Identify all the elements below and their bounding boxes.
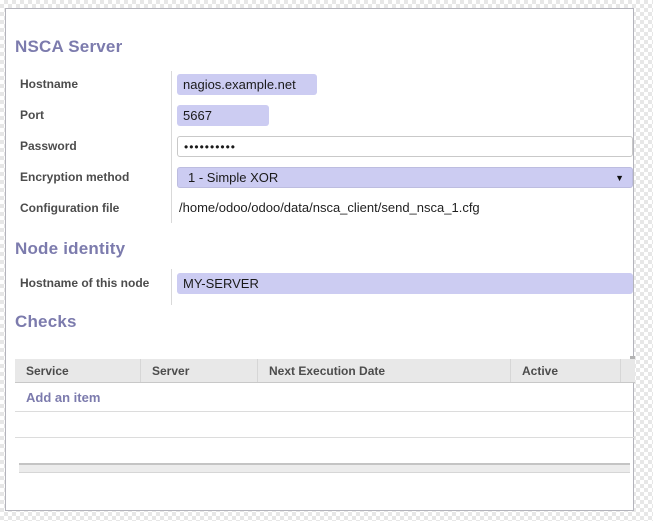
encryption-method-value: 1 - Simple XOR <box>188 170 278 185</box>
encryption-method-select[interactable]: 1 - Simple XOR ▼ <box>177 167 633 188</box>
form-sheet: NSCA Server Hostname Port Password Encry… <box>5 8 634 511</box>
node-hostname-input[interactable] <box>177 273 633 294</box>
checks-table: Service Server Next Execution Date Activ… <box>15 359 635 463</box>
column-header-next-execution-date[interactable]: Next Execution Date <box>258 359 511 382</box>
password-input[interactable] <box>177 136 633 157</box>
horizontal-scrollbar[interactable] <box>19 463 630 473</box>
column-header-service[interactable]: Service <box>15 359 141 382</box>
empty-row <box>15 438 635 463</box>
column-header-server[interactable]: Server <box>141 359 258 382</box>
password-label: Password <box>20 139 77 153</box>
encryption-method-label: Encryption method <box>20 170 129 184</box>
section-heading-nsca-server: NSCA Server <box>15 37 122 57</box>
add-an-item-link[interactable]: Add an item <box>26 390 100 405</box>
checks-table-header: Service Server Next Execution Date Activ… <box>15 359 635 383</box>
configuration-file-label: Configuration file <box>20 201 119 215</box>
configuration-file-value: /home/odoo/odoo/data/nsca_client/send_ns… <box>179 200 480 215</box>
chevron-down-icon: ▼ <box>615 173 624 183</box>
hostname-label: Hostname <box>20 77 78 91</box>
label-field-divider <box>171 71 172 223</box>
empty-row <box>15 412 635 438</box>
hostname-input[interactable] <box>177 74 317 95</box>
port-input[interactable] <box>177 105 269 126</box>
add-item-row: Add an item <box>15 383 635 412</box>
section-heading-checks: Checks <box>15 312 77 332</box>
column-header-spacer <box>621 359 635 382</box>
column-header-active[interactable]: Active <box>511 359 621 382</box>
section-heading-node-identity: Node identity <box>15 239 125 259</box>
label-field-divider <box>171 269 172 305</box>
port-label: Port <box>20 108 44 122</box>
node-hostname-label: Hostname of this node <box>20 276 149 290</box>
